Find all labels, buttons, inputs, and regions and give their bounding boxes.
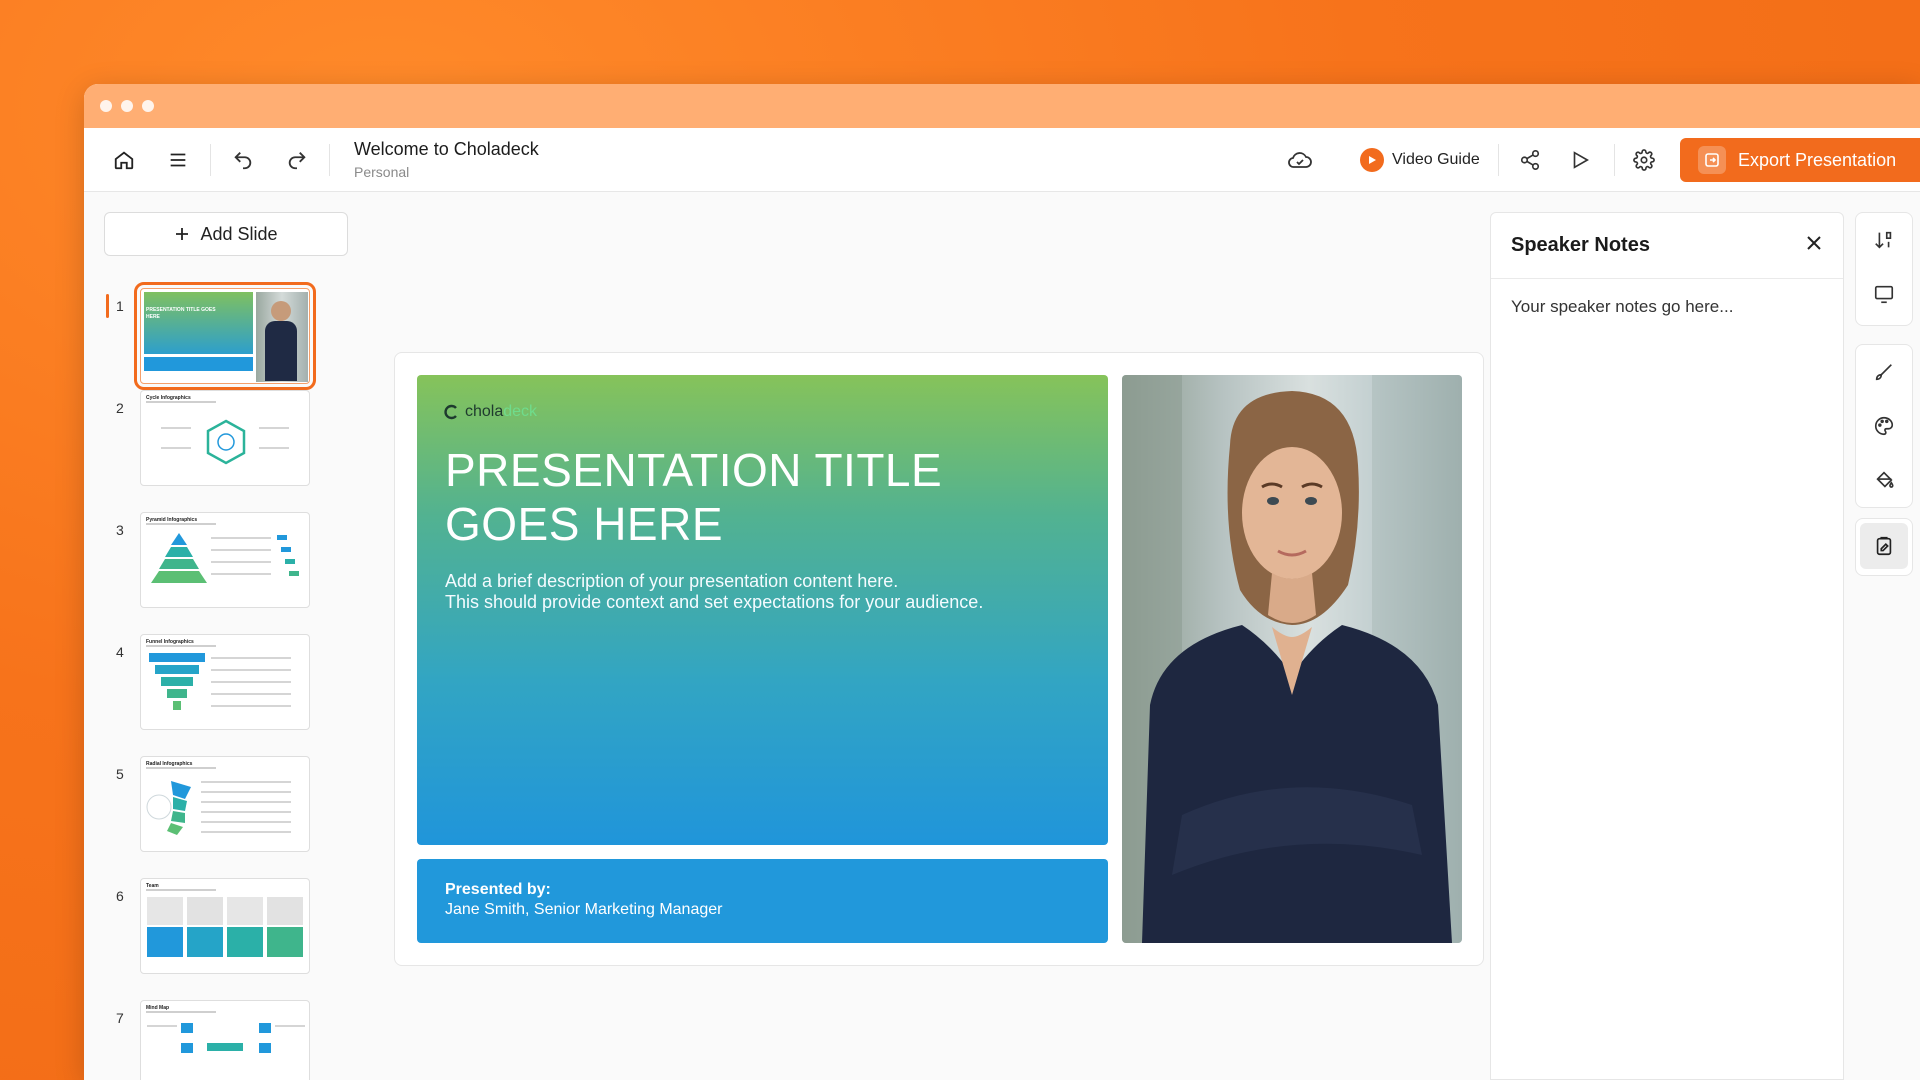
window-maximize-control[interactable] [142, 100, 154, 112]
thumb-title: PRESENTATION TITLE GOES HERE [146, 307, 216, 320]
monitor-icon[interactable] [1856, 267, 1912, 321]
speaker-notes-panel: Speaker Notes Your speaker notes go here… [1490, 212, 1844, 1080]
export-presentation-button[interactable]: Export Presentation [1680, 138, 1920, 182]
document-workspace: Personal [354, 164, 410, 180]
slide-number: 7 [116, 1010, 124, 1026]
slide-number: 4 [116, 644, 124, 660]
presenter-name[interactable]: Jane Smith, Senior Marketing Manager [445, 901, 1080, 919]
window-close-control[interactable] [100, 100, 112, 112]
slide-title[interactable]: PRESENTATION TITLE GOES HERE [445, 443, 1005, 551]
toolbar-divider [1614, 144, 1615, 176]
speaker-notes-text[interactable]: Your speaker notes go here... [1491, 279, 1843, 335]
logo-text-part2: deck [503, 403, 538, 420]
brush-icon[interactable] [1856, 345, 1912, 399]
export-file-icon [1698, 146, 1726, 174]
video-guide-label: Video Guide [1392, 151, 1480, 168]
slide-thumbnail-row[interactable]: 7 Mind Map [104, 1000, 344, 1080]
speaker-notes-clipboard-icon[interactable] [1860, 523, 1908, 569]
speaker-notes-title: Speaker Notes [1511, 234, 1650, 256]
window-minimize-control[interactable] [121, 100, 133, 112]
slide-number: 6 [116, 888, 124, 904]
slide-thumbnail-row[interactable]: 4 Funnel Infographics [104, 634, 344, 734]
paint-bucket-icon[interactable] [1856, 453, 1912, 507]
sort-order-icon[interactable] [1856, 213, 1912, 267]
logo-text-part1: chola [465, 403, 504, 420]
document-title[interactable]: Welcome to Choladeck [354, 139, 539, 160]
choladeck-logo: choladeck [443, 403, 537, 421]
document-title-block[interactable]: Welcome to Choladeck Personal [354, 139, 539, 180]
play-circle-icon [1360, 148, 1384, 172]
toolbar-divider [1498, 144, 1499, 176]
redo-icon[interactable] [277, 140, 317, 180]
speaker-notes-header: Speaker Notes [1491, 213, 1843, 279]
slide-thumbnail[interactable]: Pyramid Infographics [140, 512, 310, 608]
slide-number: 3 [116, 522, 124, 538]
choladeck-logo-icon [444, 404, 457, 420]
add-slide-button[interactable]: Add Slide [104, 212, 348, 256]
slide-thumbnail-row[interactable]: 5 Radial Infographics [104, 756, 344, 856]
slide-thumbnail[interactable]: Cycle Infographics [140, 390, 310, 486]
top-toolbar: Welcome to Choladeck Personal Video Guid… [84, 128, 1920, 192]
right-rail-group-1 [1855, 212, 1913, 326]
active-slide-marker [106, 294, 109, 318]
woman-portrait-image [1122, 375, 1462, 943]
slide-thumbnail[interactable]: Mind Map [140, 1000, 310, 1080]
slide-thumbnail[interactable]: Team [140, 878, 310, 974]
slide-thumbnail-row[interactable]: 1 PRESENTATION TITLE GOES HERE [104, 282, 344, 390]
slide-number: 5 [116, 766, 124, 782]
cloud-sync-icon[interactable] [1280, 140, 1320, 180]
slide-number: 1 [116, 298, 124, 314]
presented-by-label: Presented by: [445, 881, 551, 898]
app-window: Welcome to Choladeck Personal Video Guid… [84, 84, 1920, 1080]
plus-icon [176, 228, 189, 240]
slide-number: 2 [116, 400, 124, 416]
presenter-photo[interactable] [1122, 375, 1462, 943]
pyramid-diagram-icon [151, 533, 207, 583]
toolbar-divider [210, 143, 211, 176]
cycle-diagram-icon [206, 419, 246, 465]
share-icon[interactable] [1510, 140, 1550, 180]
present-play-icon[interactable] [1560, 140, 1600, 180]
slide-thumbnail-active[interactable]: PRESENTATION TITLE GOES HERE [134, 282, 316, 390]
video-guide-button[interactable]: Video Guide [1360, 148, 1480, 172]
slide-thumbnail-row[interactable]: 3 Pyramid Infographics [104, 512, 344, 612]
slide-thumbnail[interactable]: Funnel Infographics [140, 634, 310, 730]
slide-thumbnail-row[interactable]: 2 Cycle Infographics [104, 390, 344, 490]
right-rail-group-2 [1855, 344, 1913, 508]
slide-description[interactable]: Add a brief description of your presenta… [445, 571, 1065, 613]
menu-icon[interactable] [158, 140, 198, 180]
close-icon[interactable] [1805, 234, 1823, 257]
slide-thumbnail-row[interactable]: 6 Team [104, 878, 344, 978]
funnel-diagram-icon [149, 653, 205, 710]
radial-diagram-icon [146, 781, 191, 835]
slide-thumbnail[interactable]: Radial Infographics [140, 756, 310, 852]
slides-sidebar: Add Slide 1 PRESENTATION TITLE GOES HERE… [84, 192, 354, 1080]
home-icon[interactable] [104, 140, 144, 180]
toolbar-divider [329, 143, 330, 176]
slide-canvas[interactable]: choladeck PRESENTATION TITLE GOES HERE A… [394, 352, 1484, 966]
editor-canvas: choladeck PRESENTATION TITLE GOES HERE A… [374, 192, 1574, 1080]
window-titlebar [84, 84, 1920, 128]
export-label: Export Presentation [1738, 149, 1897, 170]
add-slide-label: Add Slide [200, 223, 278, 244]
right-rail-group-3 [1855, 518, 1913, 576]
undo-icon[interactable] [223, 140, 263, 180]
palette-icon[interactable] [1856, 399, 1912, 453]
settings-gear-icon[interactable] [1624, 140, 1664, 180]
slide-title-panel[interactable]: choladeck PRESENTATION TITLE GOES HERE A… [417, 375, 1108, 845]
presenter-panel[interactable]: Presented by: Jane Smith, Senior Marketi… [417, 859, 1108, 943]
